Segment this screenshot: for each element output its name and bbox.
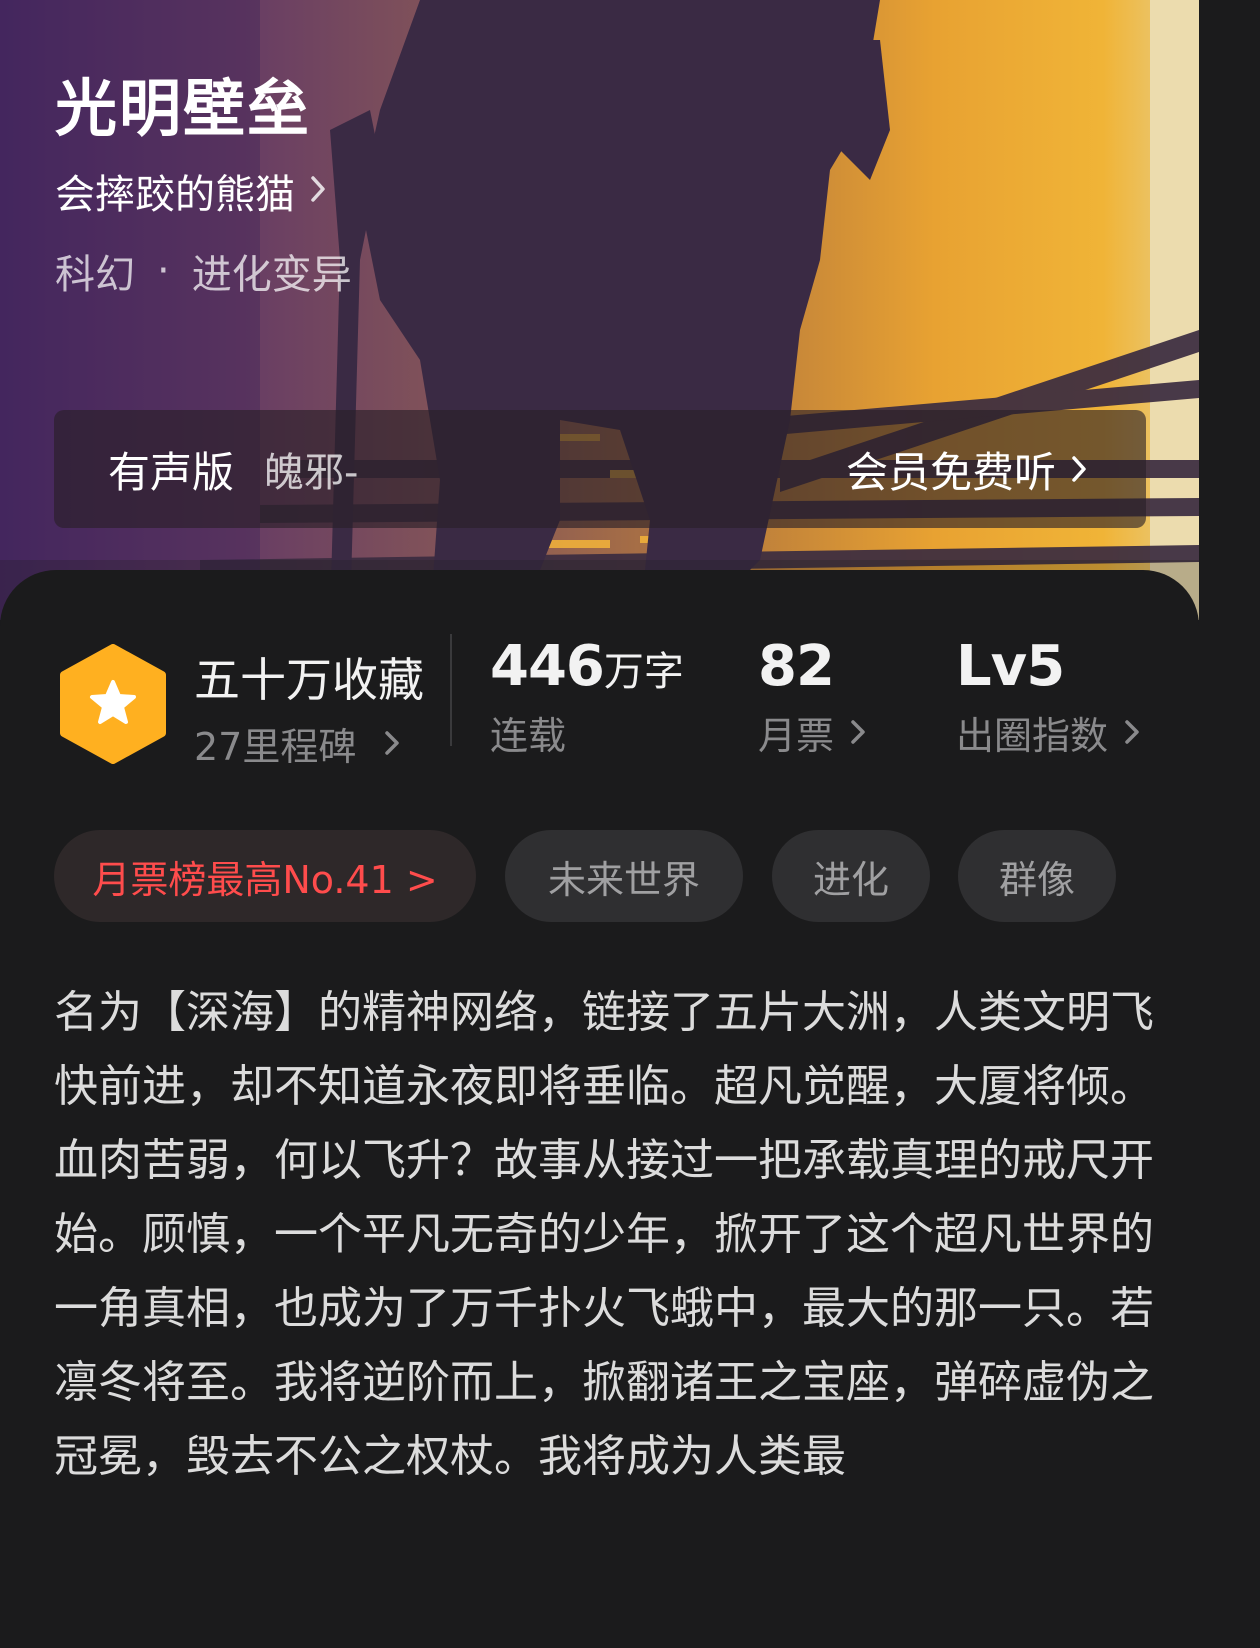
book-synopsis: 名为【深海】的精神网络，链接了五片大洲，人类文明飞快前进，却不知道永夜即将垂临。… (54, 987, 1154, 1482)
chevron-right-icon (1070, 445, 1088, 494)
word-count-unit: 万字 (603, 649, 684, 695)
tag-future-world[interactable]: 未来世界 (505, 830, 743, 922)
influence-level: Lv5 (956, 634, 1065, 699)
chevron-right-icon (850, 711, 866, 755)
cover-hero: 光明壁垒 会摔跤的熊猫 科幻 · 进化变异 有声版 魄邪- 会员免费听 (0, 0, 1199, 620)
word-count-stat: 446万字 连载 (490, 634, 684, 760)
genre-subcategory: 进化变异 (191, 252, 352, 298)
tag-monthly-rank[interactable]: 月票榜最高No.41 > (54, 830, 476, 922)
collections-stat[interactable]: 五十万收藏 27里程碑 (194, 644, 424, 771)
chevron-right-icon (309, 174, 327, 208)
collections-title: 五十万收藏 (194, 653, 424, 707)
audio-version-bar[interactable]: 有声版 魄邪- 会员免费听 (54, 410, 1146, 528)
serial-status: 连载 (490, 714, 567, 758)
genre-separator: · (157, 248, 170, 294)
influence-index-label: 出圈指数 (956, 714, 1109, 758)
book-title: 光明壁垒 (55, 72, 312, 145)
chevron-right-icon (384, 722, 400, 766)
author-link[interactable]: 会摔跤的熊猫 (55, 162, 327, 220)
tag-ensemble[interactable]: 群像 (958, 830, 1116, 922)
genre-info: 科幻 · 进化变异 (55, 242, 352, 300)
word-count-number: 446 (490, 634, 605, 699)
milestone-label: 27里程碑 (194, 725, 357, 769)
monthly-votes-stat[interactable]: 82 月票 (758, 634, 866, 760)
milestone-badge-icon[interactable] (58, 644, 168, 768)
milestone-link[interactable]: 27里程碑 (194, 716, 424, 771)
monthly-votes-label: 月票 (758, 714, 835, 758)
audio-narrator: 魄邪- (264, 450, 359, 496)
member-free-listen-button[interactable]: 会员免费听 (846, 439, 1088, 500)
audio-version-label: 有声版 (108, 447, 235, 497)
chevron-right-icon (1124, 711, 1140, 755)
stat-divider (450, 634, 452, 746)
tag-list: 月票榜最高No.41 > 未来世界 进化 群像 (54, 830, 1154, 922)
influence-index-stat[interactable]: Lv5 出圈指数 (956, 634, 1140, 760)
monthly-votes-number: 82 (758, 634, 835, 699)
tag-evolution[interactable]: 进化 (772, 830, 930, 922)
member-free-listen-label: 会员免费听 (845, 447, 1056, 497)
author-name: 会摔跤的熊猫 (55, 172, 295, 218)
book-detail-panel: 五十万收藏 27里程碑 446万字 连载 82 月票 Lv5 出圈指数 月票榜最… (0, 570, 1199, 1568)
genre-category: 科幻 (55, 252, 135, 298)
